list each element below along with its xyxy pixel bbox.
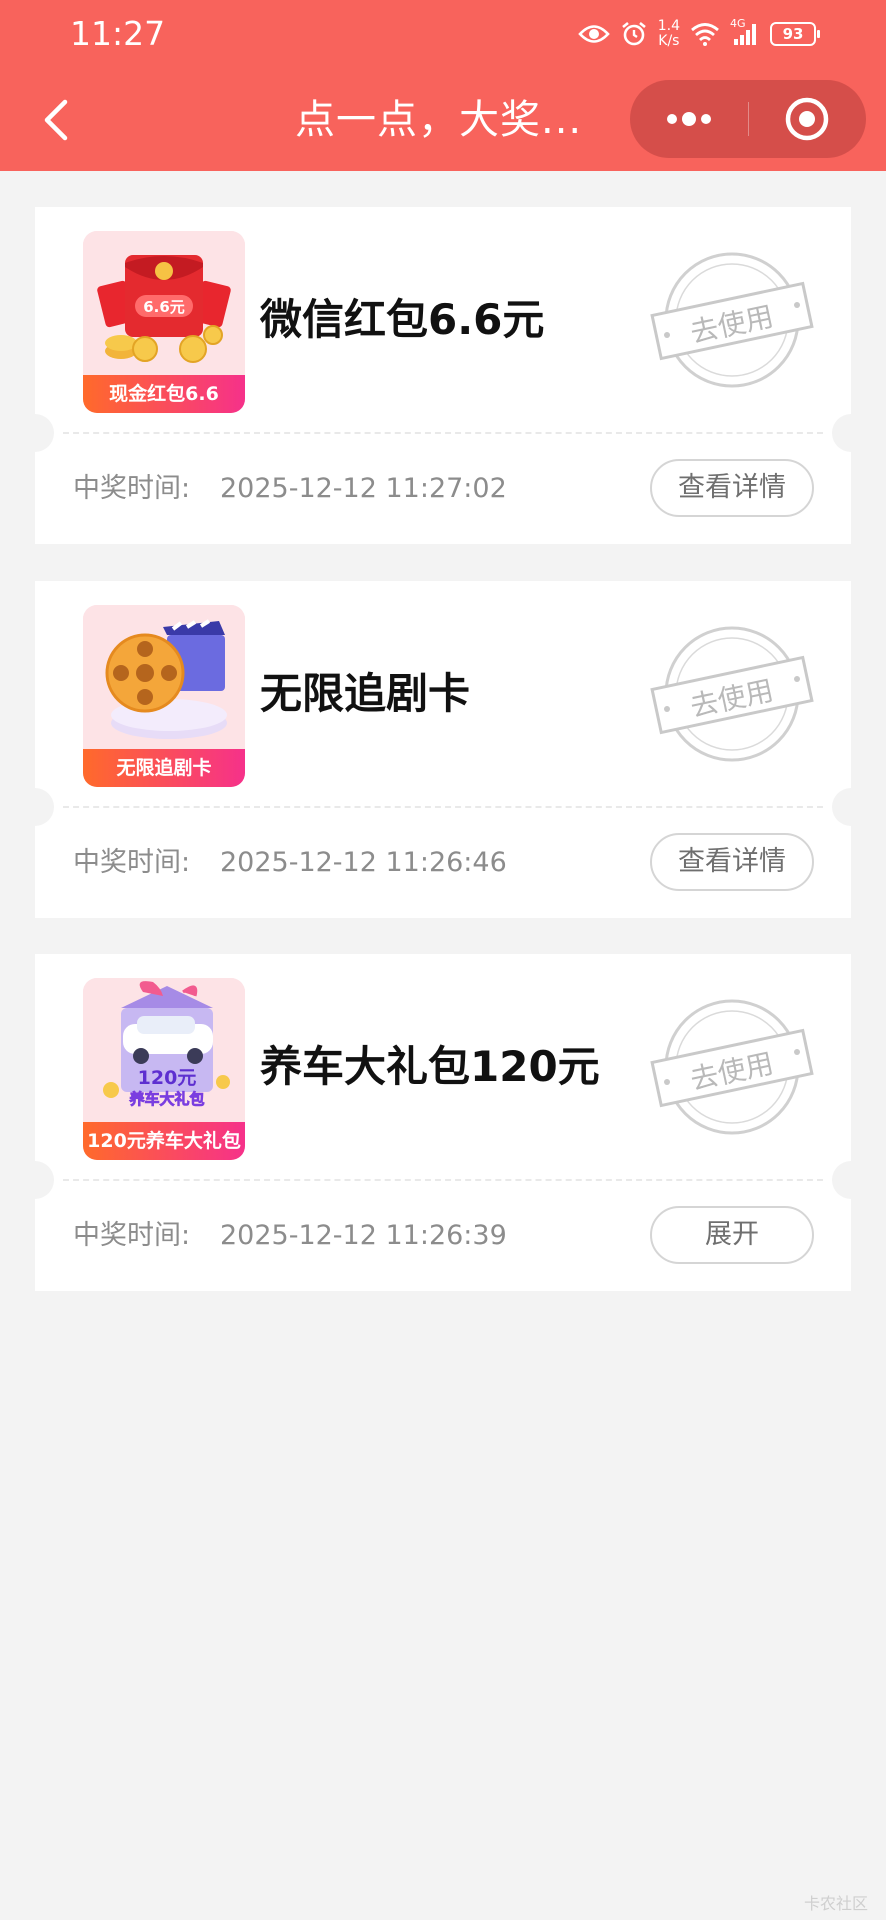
card-notch: [832, 414, 870, 452]
mini-program-capsule: [630, 80, 866, 158]
watermark: 卡农社区: [803, 1894, 868, 1913]
card-notch: [832, 1161, 870, 1199]
back-button[interactable]: [30, 94, 82, 146]
win-time-label: 中奖时间:: [73, 1220, 191, 1251]
use-stamp[interactable]: 去使用: [647, 994, 817, 1144]
prize-card: 120元 养车大礼包 120元养车大礼包 养车大礼包120元 去使用 中奖时间:…: [16, 954, 870, 1291]
more-button[interactable]: [630, 80, 748, 158]
page-title: 点一点，大奖...: [295, 97, 583, 143]
card-notch: [832, 788, 870, 826]
prize-card: 6.6元 现金红包6.6 微信红包6.6元 去使用 中奖时间: 2025-12-…: [16, 207, 870, 544]
wifi-icon: [690, 22, 720, 46]
thumb-label: 现金红包6.6: [83, 375, 245, 413]
use-stamp[interactable]: 去使用: [647, 621, 817, 771]
card-notch: [16, 788, 54, 826]
alarm-icon: [620, 20, 648, 48]
prize-thumbnail: 无限追剧卡: [83, 605, 245, 787]
win-time-value: 2025-12-12 11:26:39: [220, 1220, 507, 1251]
dashed-divider: [63, 432, 823, 434]
prize-name: 微信红包6.6元: [260, 295, 545, 344]
car-gift-icon: 120元 养车大礼包: [83, 978, 245, 1124]
prize-thumbnail: 6.6元 现金红包6.6: [83, 231, 245, 413]
thumb-label: 无限追剧卡: [83, 749, 245, 787]
header: 11:27 1.4 K/s 4G 93 点一点，大奖...: [0, 0, 886, 171]
status-time: 11:27: [70, 14, 166, 53]
win-time-value: 2025-12-12 11:27:02: [220, 473, 507, 504]
eye-icon: [577, 23, 610, 45]
card-notch: [16, 414, 54, 452]
nav-bar: 点一点，大奖...: [0, 80, 886, 160]
film-reel-icon: [83, 605, 245, 751]
net-speed: 1.4 K/s: [658, 19, 680, 49]
status-icons: 1.4 K/s 4G 93: [577, 14, 820, 54]
dashed-divider: [63, 1179, 823, 1181]
dashed-divider: [63, 806, 823, 808]
prize-card: 无限追剧卡 无限追剧卡 去使用 中奖时间: 2025-12-12 11:26:4…: [16, 581, 870, 918]
red-envelope-icon: 6.6元: [83, 231, 245, 377]
win-time-label: 中奖时间:: [73, 847, 191, 878]
view-details-button[interactable]: 查看详情: [650, 459, 814, 517]
win-time-value: 2025-12-12 11:26:46: [220, 847, 507, 878]
cellular-signal-icon: 4G: [730, 17, 760, 47]
thumb-art-text: 6.6元: [143, 298, 185, 316]
thumb-label: 120元养车大礼包: [83, 1122, 245, 1160]
battery-icon: 93: [770, 22, 820, 46]
prize-name: 无限追剧卡: [260, 669, 471, 718]
battery-level: 93: [782, 25, 804, 43]
prize-name: 养车大礼包120元: [260, 1042, 600, 1091]
close-button[interactable]: [748, 80, 866, 158]
net-speed-unit: K/s: [658, 33, 680, 49]
prize-thumbnail: 120元 养车大礼包 120元养车大礼包: [83, 978, 245, 1160]
card-notch: [16, 1161, 54, 1199]
thumb-art-text: 120元: [138, 1067, 197, 1089]
use-stamp[interactable]: 去使用: [647, 247, 817, 397]
chevron-left-icon: [44, 99, 68, 141]
more-dots-icon: [667, 112, 711, 126]
thumb-art-sub: 养车大礼包: [128, 1090, 204, 1108]
expand-button[interactable]: 展开: [650, 1206, 814, 1264]
signal-type: 4G: [730, 17, 746, 30]
target-close-icon: [785, 97, 829, 141]
status-bar: 11:27 1.4 K/s 4G 93: [0, 0, 886, 68]
view-details-button[interactable]: 查看详情: [650, 833, 814, 891]
win-time-label: 中奖时间:: [73, 473, 191, 504]
net-speed-value: 1.4: [657, 18, 680, 34]
